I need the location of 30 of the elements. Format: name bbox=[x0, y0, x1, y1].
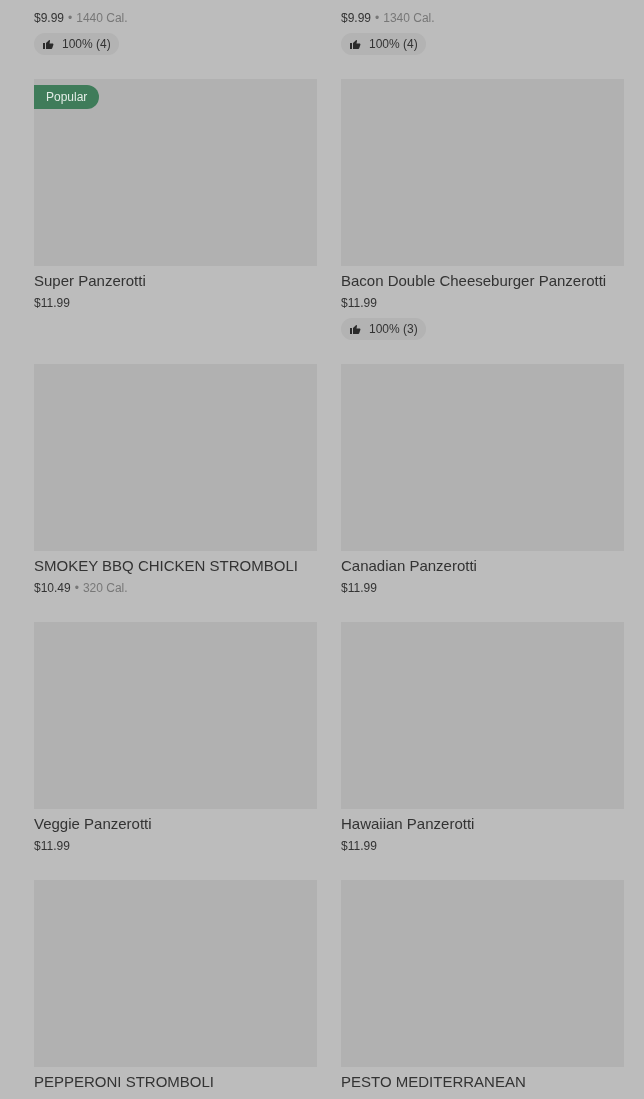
item-calories: 320 Cal. bbox=[82, 580, 128, 597]
rating-text: 100% (4) bbox=[62, 36, 111, 53]
item-title[interactable]: Hawaiian Panzerotti bbox=[341, 814, 624, 834]
thumbs-up-icon bbox=[349, 38, 361, 50]
item-title[interactable]: SMOKEY BBQ CHICKEN STROMBOLI bbox=[34, 556, 317, 576]
item-calories: 1340 Cal. bbox=[383, 10, 435, 27]
separator-dot: • bbox=[375, 10, 380, 27]
popular-tag: Popular bbox=[34, 85, 100, 109]
item-price: $11.99 bbox=[341, 295, 377, 312]
item-title[interactable]: PESTO MEDITERRANEAN bbox=[341, 1072, 624, 1092]
item-price: $9.99 bbox=[34, 10, 65, 27]
item-price: $11.99 bbox=[34, 295, 70, 312]
item-price: $11.99 bbox=[34, 838, 70, 855]
item-price: $9.99 bbox=[341, 10, 372, 27]
thumbs-up-icon bbox=[349, 323, 361, 335]
item-title[interactable]: PEPPERONI STROMBOLI bbox=[34, 1072, 317, 1092]
rating-text: 100% (4) bbox=[369, 36, 418, 53]
separator-dot: • bbox=[68, 10, 73, 27]
item-price: $10.49 bbox=[34, 580, 71, 597]
item-price: $11.99 bbox=[341, 580, 377, 597]
item-title[interactable]: Veggie Panzerotti bbox=[34, 814, 317, 834]
item-title[interactable]: Bacon Double Cheeseburger Panzerotti bbox=[341, 271, 624, 291]
item-price: $11.99 bbox=[341, 838, 377, 855]
item-title[interactable]: Canadian Panzerotti bbox=[341, 556, 624, 576]
item-calories: 1440 Cal. bbox=[76, 10, 128, 27]
thumbs-up-icon bbox=[42, 38, 54, 50]
rating-text: 100% (3) bbox=[369, 321, 418, 338]
image-placeholder[interactable]: Popular bbox=[34, 79, 317, 266]
separator-dot: • bbox=[74, 580, 79, 597]
item-title[interactable]: Super Panzerotti bbox=[34, 271, 317, 291]
